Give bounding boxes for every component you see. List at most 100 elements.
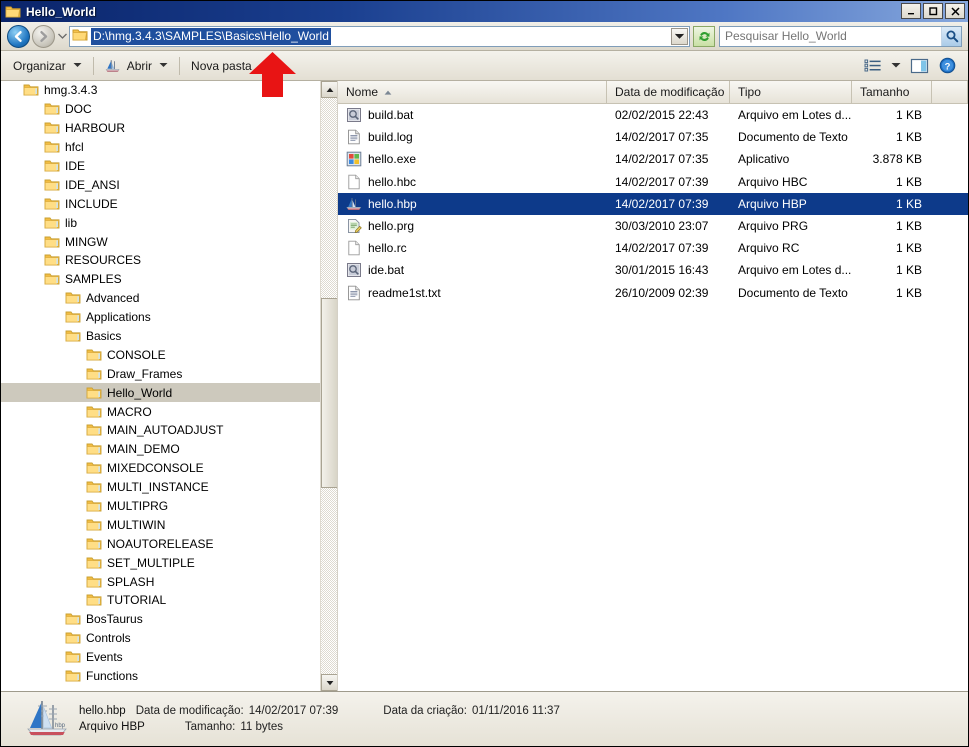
- folder-icon: [44, 121, 60, 135]
- column-header-data-de-modifica-o[interactable]: Data de modificação: [607, 81, 730, 103]
- file-type-cell: Aplicativo: [738, 152, 790, 167]
- maximize-button[interactable]: [923, 3, 943, 19]
- tree-item-applications[interactable]: Applications: [1, 308, 337, 327]
- file-row[interactable]: hello.hbp 14/02/2017 07:39 Arquivo HBP 1 KB: [338, 192, 968, 215]
- file-row[interactable]: hello.prg 30/03/2010 23:07 Arquivo PRG 1 KB: [338, 215, 968, 237]
- search-icon[interactable]: [941, 26, 961, 46]
- tree-item-multi-instance[interactable]: MULTI_INSTANCE: [1, 478, 337, 497]
- address-input[interactable]: D:\hmg.3.4.3\SAMPLES\Basics\Hello_World: [91, 27, 331, 45]
- file-date-cell: 30/01/2015 16:43: [615, 263, 709, 278]
- tree-item-label: Applications: [86, 310, 151, 325]
- back-arrow-icon[interactable]: [7, 24, 30, 48]
- tree-item-bostaurus[interactable]: BosTaurus: [1, 610, 337, 629]
- file-row[interactable]: readme1st.txt 26/10/2009 02:39 Documento d…: [338, 282, 968, 304]
- close-button[interactable]: [945, 3, 965, 19]
- tree-item-set-multiple[interactable]: SET_MULTIPLE: [1, 553, 337, 572]
- tree-item-lib[interactable]: lib: [1, 213, 337, 232]
- file-type-cell: Arquivo em Lotes d...: [738, 263, 852, 278]
- file-row[interactable]: hello.hbc 14/02/2017 07:39 Arquivo HBC 1 KB: [338, 171, 968, 193]
- tree-item-multiwin[interactable]: MULTIWIN: [1, 515, 337, 534]
- file-row[interactable]: build.bat 02/02/2015 22:43 Arquivo em Lote…: [338, 104, 968, 126]
- folder-icon: [86, 537, 102, 551]
- column-header-nome[interactable]: Nome: [338, 81, 607, 103]
- tree-item-label: MAIN_DEMO: [107, 442, 180, 457]
- tree-item-hfcl[interactable]: hfcl: [1, 138, 337, 157]
- address-bar[interactable]: D:\hmg.3.4.3\SAMPLES\Basics\Hello_World: [69, 25, 690, 47]
- column-header-tipo[interactable]: Tipo: [730, 81, 852, 103]
- toolbar-right-group: ?: [860, 55, 960, 77]
- tree-item-harbour[interactable]: HARBOUR: [1, 119, 337, 138]
- history-dropdown-icon[interactable]: [55, 31, 69, 41]
- minimize-button[interactable]: [901, 3, 921, 19]
- tree-item-splash[interactable]: SPLASH: [1, 572, 337, 591]
- open-button[interactable]: Abrir: [97, 54, 176, 78]
- tree-item-draw-frames[interactable]: Draw_Frames: [1, 364, 337, 383]
- column-header-filler: [932, 81, 968, 103]
- tree-item-hello-world[interactable]: Hello_World: [1, 383, 337, 403]
- tree-item-tutorial[interactable]: TUTORIAL: [1, 591, 337, 610]
- file-type-cell: Arquivo HBC: [738, 174, 808, 189]
- scrollbar-thumb[interactable]: [321, 298, 337, 488]
- tree-item-controls[interactable]: Controls: [1, 629, 337, 648]
- column-header-tamanho[interactable]: Tamanho: [852, 81, 932, 103]
- file-type-cell: Documento de Texto: [738, 130, 848, 145]
- tree-item-ide[interactable]: IDE: [1, 157, 337, 176]
- new-folder-button[interactable]: Nova pasta: [183, 54, 260, 78]
- tree-item-hmg-3-4-3[interactable]: hmg.3.4.3: [1, 81, 337, 100]
- file-row[interactable]: hello.exe 14/02/2017 07:35 Aplicativo 3.878…: [338, 148, 968, 170]
- search-input[interactable]: [720, 29, 941, 43]
- svg-text:hbp: hbp: [55, 723, 66, 729]
- tree-item-samples[interactable]: SAMPLES: [1, 270, 337, 289]
- folder-icon: [44, 272, 60, 286]
- tree-item-macro[interactable]: MACRO: [1, 402, 337, 421]
- tree-item-main-demo[interactable]: MAIN_DEMO: [1, 440, 337, 459]
- file-size-cell: 1 KB: [895, 130, 922, 145]
- hmg-sailboat-icon: hbp: [25, 697, 71, 741]
- tree-item-ide-ansi[interactable]: IDE_ANSI: [1, 175, 337, 194]
- tree-item-main-autoadjust[interactable]: MAIN_AUTOADJUST: [1, 421, 337, 440]
- file-list-pane: Nome Data de modificação Tipo Tamanho build…: [338, 81, 968, 691]
- tree-item-functions[interactable]: Functions: [1, 667, 337, 686]
- organize-button[interactable]: Organizar: [5, 54, 90, 78]
- tree-item-mingw[interactable]: MINGW: [1, 232, 337, 251]
- tree-item-multiprg[interactable]: MULTIPRG: [1, 497, 337, 516]
- tree-item-label: SET_MULTIPLE: [107, 555, 195, 570]
- tree-scrollbar[interactable]: [320, 81, 337, 691]
- tree-item-console[interactable]: CONSOLE: [1, 345, 337, 364]
- preview-pane-icon[interactable]: [906, 55, 932, 77]
- help-icon[interactable]: ?: [934, 55, 960, 77]
- scroll-down-button[interactable]: [321, 674, 337, 691]
- tree-item-noautorelease[interactable]: NOAUTORELEASE: [1, 534, 337, 553]
- window-title: Hello_World: [26, 4, 96, 19]
- tree-item-basics[interactable]: Basics: [1, 327, 337, 346]
- file-type-cell: Arquivo RC: [738, 241, 800, 256]
- file-row[interactable]: hello.rc 14/02/2017 07:39 Arquivo RC 1 KB: [338, 237, 968, 259]
- file-row[interactable]: ide.bat 30/01/2015 16:43 Arquivo em Lotes …: [338, 259, 968, 281]
- views-dropdown-icon[interactable]: [888, 55, 904, 77]
- tree-item-label: MINGW: [65, 234, 108, 249]
- tree-item-events[interactable]: Events: [1, 648, 337, 667]
- organize-label: Organizar: [13, 58, 66, 73]
- file-name-cell: hello.hbc: [338, 174, 607, 190]
- file-type-cell: Arquivo HBP: [738, 196, 807, 211]
- address-dropdown-icon[interactable]: [671, 27, 688, 45]
- tree-item-advanced[interactable]: Advanced: [1, 289, 337, 308]
- folder-icon: [65, 612, 81, 626]
- file-row[interactable]: build.log 14/02/2017 07:35 Documento de Te…: [338, 126, 968, 148]
- refresh-icon[interactable]: [693, 25, 715, 47]
- tree-item-label: hmg.3.4.3: [44, 83, 98, 98]
- tree-item-doc[interactable]: DOC: [1, 100, 337, 119]
- tree-item-include[interactable]: INCLUDE: [1, 194, 337, 213]
- tree-item-label: CONSOLE: [107, 347, 166, 362]
- views-list-icon[interactable]: [860, 55, 886, 77]
- folder-icon: [86, 367, 102, 381]
- forward-arrow-icon[interactable]: [32, 24, 55, 48]
- tree-item-mixedconsole[interactable]: MIXEDCONSOLE: [1, 459, 337, 478]
- tree-item-label: Events: [86, 650, 123, 665]
- tree-item-resources[interactable]: RESOURCES: [1, 251, 337, 270]
- column-header-label: Tamanho: [860, 85, 910, 99]
- search-box[interactable]: [719, 25, 962, 47]
- file-date-cell: 26/10/2009 02:39: [615, 285, 709, 300]
- folder-icon: [65, 329, 81, 343]
- scroll-up-button[interactable]: [321, 81, 337, 98]
